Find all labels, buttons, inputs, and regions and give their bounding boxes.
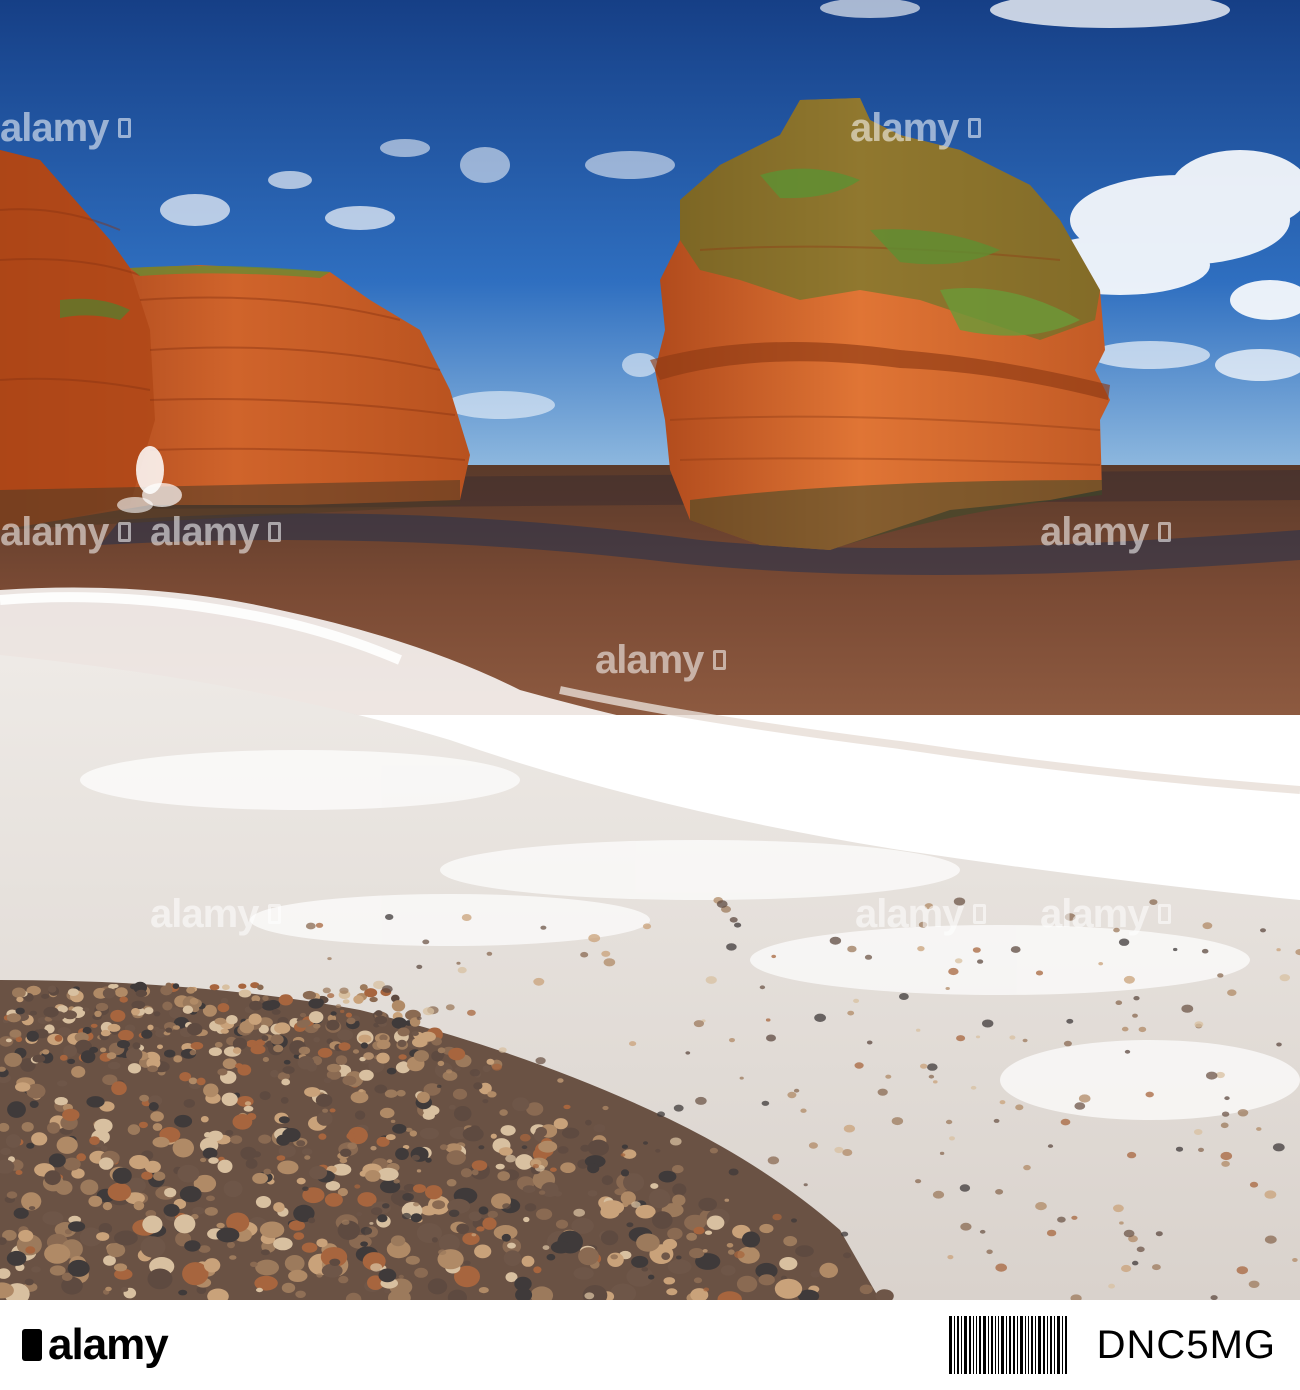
barcode-bar [975,1316,977,1374]
barcode-bar [972,1316,974,1374]
watermark: alamy [595,638,727,682]
barcode-bar [1005,1316,1007,1374]
watermark-text: alamy [0,106,109,150]
barcode-bar [1049,1316,1052,1374]
barcode-bar [1042,1316,1045,1374]
barcode-bar [963,1316,967,1374]
watermark-text: alamy [150,510,259,554]
watermark: alamy [150,892,282,936]
watermark-mark-icon [268,522,282,542]
watermark-text: alamy [1040,510,1149,554]
watermark-text: alamy [855,892,964,936]
barcode-bar [1024,1316,1026,1374]
watermark: alamy [0,510,132,554]
watermark-text: alamy [1040,892,1149,936]
barcode-bar [953,1316,955,1374]
barcode-bar [948,1316,952,1374]
watermark-mark-icon [713,650,727,670]
watermark: alamy [1040,892,1172,936]
watermark-mark-icon [268,904,282,924]
barcode-bar [1008,1316,1011,1374]
barcode-bar [1064,1316,1067,1374]
photo-stage: alamy alamy alamy alamy alamy alamy alamy alamy… [0,0,1300,1300]
barcode-bar [982,1316,986,1374]
barcode-bar [990,1316,993,1374]
image-id: DNC5MG [1096,1322,1276,1367]
watermark-text: alamy [595,638,704,682]
watermark-mark-icon [973,904,987,924]
watermark-mark-icon [1158,522,1172,542]
footer-right: DNC5MG [948,1316,1276,1374]
barcode-bar [1037,1316,1041,1374]
barcode-icon [948,1316,1069,1374]
watermark-mark-icon [968,118,982,138]
barcode-bar [1027,1316,1029,1374]
watermark-mark-icon [118,522,132,542]
watermark: alamy [150,510,282,554]
barcode-bar [968,1316,971,1374]
barcode-bar [956,1316,959,1374]
barcode-bar [1030,1316,1033,1374]
barcode-bar [1019,1316,1023,1374]
barcode-bar [997,1316,999,1374]
watermark-mark-icon [1158,904,1172,924]
footer-logo-text: alamy [48,1320,169,1369]
footer-logo: alamy [22,1320,169,1370]
barcode-bar [1053,1316,1055,1374]
barcode-bar [960,1316,962,1374]
barcode-bar [1000,1316,1004,1374]
watermark: alamy [850,106,982,150]
barcode-bar [1016,1316,1018,1374]
barcode-bar [1034,1316,1036,1374]
watermark: alamy [0,106,132,150]
barcode-bar [1012,1316,1015,1374]
barcode-bar [1046,1316,1048,1374]
barcode-bar [1056,1316,1060,1374]
footer-bar: alamy DNC5MG [0,1300,1300,1390]
watermark: alamy [1040,510,1172,554]
watermark: alamy [855,892,987,936]
barcode-bar [994,1316,996,1374]
watermark-text: alamy [150,892,259,936]
watermark-text: alamy [0,510,109,554]
watermark-text: alamy [850,106,959,150]
barcode-bar [1061,1316,1063,1374]
logo-mark-icon [22,1329,42,1361]
watermark-mark-icon [118,118,132,138]
barcode-bar [987,1316,989,1374]
barcode-bar [978,1316,981,1374]
